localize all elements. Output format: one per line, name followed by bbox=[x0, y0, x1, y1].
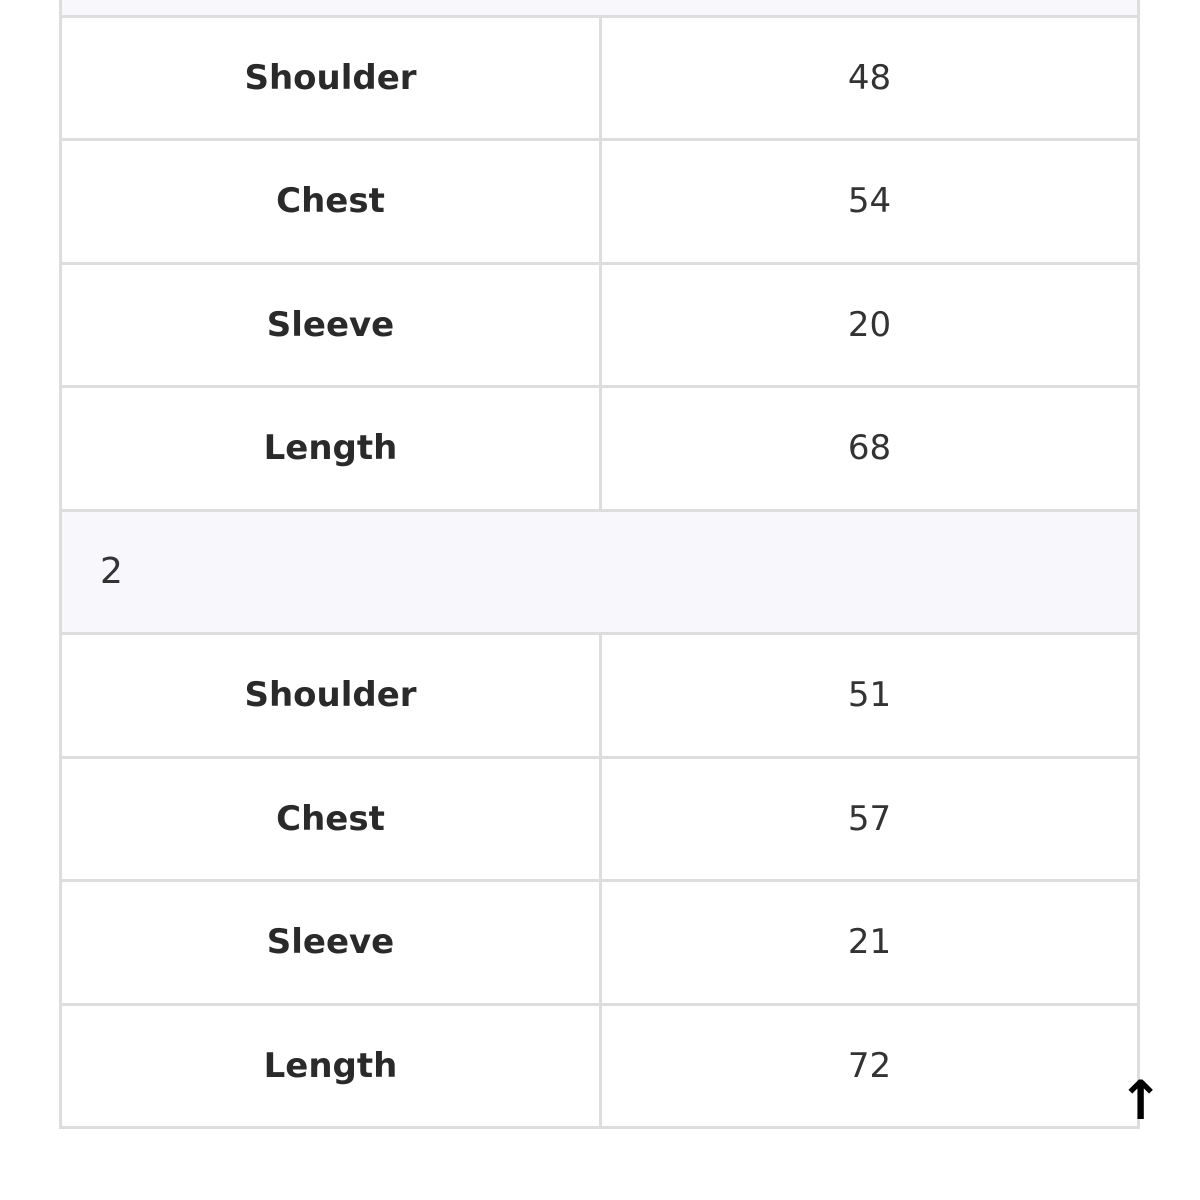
measure-value: 20 bbox=[847, 304, 892, 345]
measure-value: 57 bbox=[847, 798, 892, 839]
table-row: Length 72 bbox=[62, 1005, 1137, 1129]
group-label bbox=[62, 0, 1137, 15]
group-label: 2 bbox=[100, 551, 123, 593]
measure-label: Shoulder bbox=[62, 635, 602, 756]
measure-label: Shoulder bbox=[62, 17, 602, 138]
table-row: Length 68 bbox=[62, 388, 1137, 512]
measure-label: Sleeve bbox=[62, 882, 602, 1003]
measure-label: Length bbox=[62, 1005, 602, 1126]
scroll-to-top-arrow-up-icon[interactable]: ↑ bbox=[1118, 1074, 1163, 1128]
measure-value: 72 bbox=[847, 1045, 892, 1086]
group-header-row bbox=[62, 0, 1137, 18]
measure-label: Length bbox=[62, 388, 602, 509]
table-row: Shoulder 51 bbox=[62, 635, 1137, 759]
group-header-row: 2 bbox=[62, 511, 1137, 635]
measure-label: Sleeve bbox=[62, 264, 602, 385]
measure-label: Chest bbox=[62, 141, 602, 262]
size-table: Shoulder 48 Chest 54 Sleeve 20 Length 68 2 S… bbox=[59, 0, 1140, 1129]
measure-label: Chest bbox=[62, 758, 602, 879]
table-row: Sleeve 20 bbox=[62, 264, 1137, 388]
measure-value: 68 bbox=[847, 428, 892, 469]
table-row: Sleeve 21 bbox=[62, 882, 1137, 1006]
measure-value: 54 bbox=[847, 181, 892, 222]
measure-value: 21 bbox=[847, 922, 892, 963]
table-row: Shoulder 48 bbox=[62, 17, 1137, 141]
table-row: Chest 54 bbox=[62, 141, 1137, 265]
measure-value: 48 bbox=[847, 57, 892, 98]
table-row: Chest 57 bbox=[62, 758, 1137, 882]
measure-value: 51 bbox=[847, 675, 892, 716]
